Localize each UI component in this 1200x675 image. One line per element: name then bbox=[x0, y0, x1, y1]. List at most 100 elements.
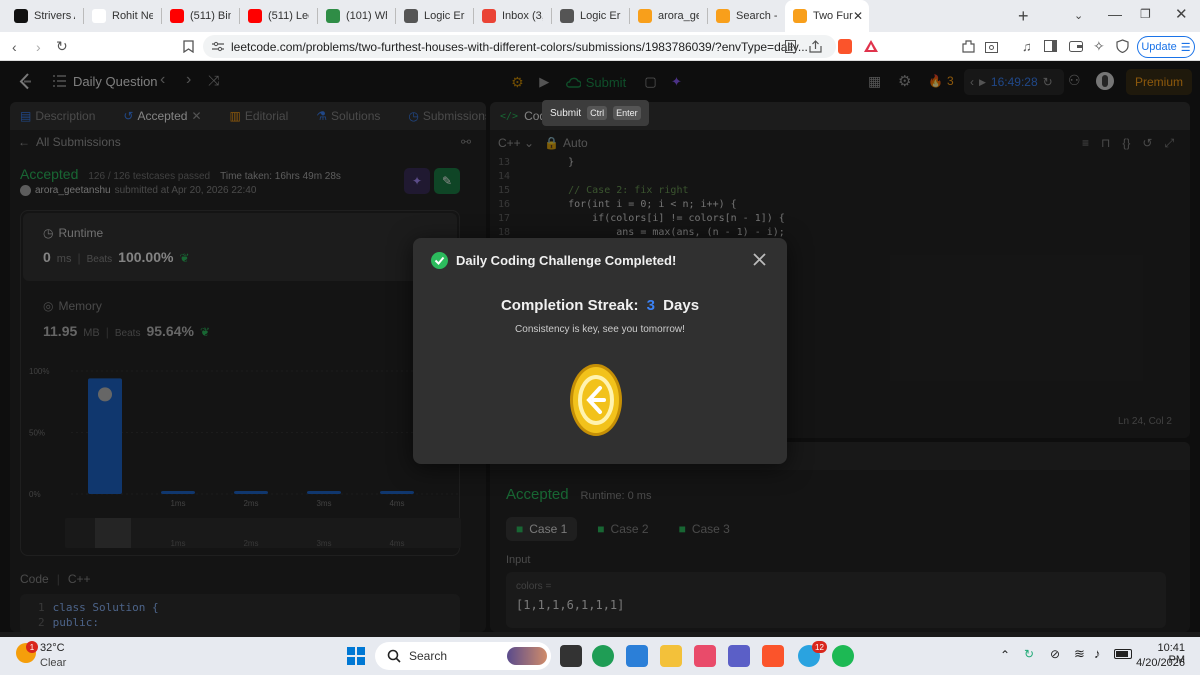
reload-icon[interactable]: ↻ bbox=[56, 38, 68, 55]
restore-icon[interactable]: ❐ bbox=[1140, 7, 1151, 21]
screenshot-icon[interactable] bbox=[985, 40, 998, 53]
brave-rewards-icon[interactable] bbox=[864, 40, 878, 52]
site-settings-icon[interactable] bbox=[212, 41, 224, 52]
bookmark-icon[interactable] bbox=[183, 40, 194, 53]
start-button[interactable] bbox=[347, 647, 365, 665]
update-button[interactable]: Update ☰ bbox=[1137, 36, 1195, 58]
vpn-shield-icon[interactable] bbox=[1116, 39, 1129, 53]
search-icon bbox=[387, 649, 401, 663]
media-icon[interactable]: ♫ bbox=[1022, 39, 1032, 54]
leetcode-icon bbox=[638, 9, 652, 23]
spotify-icon[interactable] bbox=[832, 645, 854, 667]
youtube-icon bbox=[248, 9, 262, 23]
browser-tab-label: Search - Lee bbox=[736, 10, 777, 22]
itunes-icon[interactable] bbox=[694, 645, 716, 667]
wallet-icon[interactable] bbox=[1069, 40, 1083, 52]
extensions-icon[interactable] bbox=[962, 40, 975, 53]
browser-tab[interactable]: Inbox (3,393) bbox=[474, 0, 551, 32]
edge-icon[interactable] bbox=[592, 645, 614, 667]
menu-icon: ☰ bbox=[1180, 41, 1191, 54]
browser-tab[interactable]: Rohit Negi bbox=[84, 0, 161, 32]
check-circle-icon bbox=[431, 252, 448, 269]
streak-days: 3 bbox=[646, 297, 655, 314]
browser-tab[interactable]: arora_geetan bbox=[630, 0, 707, 32]
gmail-icon bbox=[482, 9, 496, 23]
browser-tab[interactable]: Search - Lee bbox=[708, 0, 785, 32]
close-window-icon[interactable]: ✕ bbox=[1175, 5, 1188, 23]
modal-title: Daily Coding Challenge Completed! bbox=[456, 253, 677, 268]
leetcode-icon bbox=[716, 9, 730, 23]
file-explorer-icon[interactable] bbox=[660, 645, 682, 667]
teams-icon[interactable] bbox=[728, 645, 750, 667]
battery-icon[interactable] bbox=[1114, 649, 1132, 659]
tooltip-key-enter: Enter bbox=[613, 106, 641, 120]
wifi-icon[interactable]: ≋ bbox=[1074, 646, 1085, 662]
streak-suffix: Days bbox=[663, 297, 700, 314]
new-tab-icon[interactable]: + bbox=[1018, 6, 1029, 27]
url-field[interactable]: leetcode.com/problems/two-furthest-house… bbox=[203, 35, 836, 58]
leo-ai-icon[interactable]: ✧ bbox=[1093, 38, 1105, 55]
close-icon[interactable] bbox=[753, 253, 766, 266]
task-view-icon[interactable] bbox=[560, 645, 582, 667]
browser-tab[interactable]: Logic Error F bbox=[396, 0, 473, 32]
browser-tab-label: Logic Error F bbox=[424, 10, 465, 22]
update-label: Update bbox=[1141, 41, 1177, 53]
submit-shortcut-tooltip: Submit Ctrl Enter bbox=[542, 100, 649, 126]
tuf-icon bbox=[14, 9, 28, 23]
weather-badge: 1 bbox=[26, 641, 38, 653]
streak-prefix: Completion Streak: bbox=[500, 297, 639, 314]
search-highlight-icon bbox=[507, 647, 547, 665]
modal-subtitle: Consistency is key, see you tomorrow! bbox=[515, 324, 685, 335]
location-off-icon[interactable]: ⊘ bbox=[1050, 647, 1060, 661]
minimize-icon[interactable]: — bbox=[1108, 6, 1122, 22]
clock-date[interactable]: 4/20/2026 bbox=[1136, 657, 1185, 669]
chatgpt-icon bbox=[560, 9, 574, 23]
leetcode-coin-icon bbox=[570, 364, 622, 436]
tooltip-key-ctrl: Ctrl bbox=[587, 106, 608, 120]
browser-tab[interactable]: (511) Binary bbox=[162, 0, 239, 32]
taskbar-search[interactable]: Search bbox=[375, 642, 551, 670]
brave-shields-icon[interactable] bbox=[838, 39, 852, 54]
windows-taskbar: 1 32°C Clear Search 12 ⌃ ↻ ⊘ ≋ ♪ 10:41 P… bbox=[0, 637, 1200, 675]
tab-search-icon[interactable]: ⌄ bbox=[1074, 9, 1083, 22]
browser-tab[interactable]: (511) Lecture bbox=[240, 0, 317, 32]
browser-tab-label: Inbox (3,393) bbox=[502, 10, 543, 22]
close-tab-icon[interactable]: ✕ bbox=[853, 9, 863, 23]
browser-tab-strip: Strivers A2Z Rohit Negi (511) Binary (511) … bbox=[0, 0, 1200, 32]
volume-icon[interactable]: ♪ bbox=[1094, 646, 1101, 661]
browser-tab-label: Strivers A2Z bbox=[34, 10, 75, 22]
back-icon[interactable]: ‹ bbox=[12, 39, 17, 55]
gfg-icon bbox=[326, 9, 340, 23]
leetcode-icon bbox=[793, 9, 807, 23]
streak-line: Completion Streak: 3 Days bbox=[413, 297, 787, 314]
browser-tab-label: (511) Binary bbox=[190, 10, 231, 22]
tooltip-label: Submit bbox=[550, 107, 582, 119]
forward-icon[interactable]: › bbox=[36, 39, 41, 55]
browser-tab-label: arora_geetan bbox=[658, 10, 699, 22]
sidebar-icon[interactable] bbox=[1044, 40, 1057, 52]
browser-tab[interactable]: Strivers A2Z bbox=[6, 0, 83, 32]
tray-overflow-icon[interactable]: ⌃ bbox=[1000, 648, 1010, 662]
browser-tab-label: (101) Whats bbox=[346, 10, 387, 22]
address-bar: ‹ › ↻ leetcode.com/problems/two-furthest… bbox=[0, 32, 1200, 61]
telegram-badge: 12 bbox=[812, 641, 827, 653]
url-text: leetcode.com/problems/two-furthest-house… bbox=[231, 39, 808, 54]
browser-tab-label: Rohit Negi bbox=[112, 10, 153, 22]
reader-mode-icon[interactable] bbox=[785, 40, 796, 53]
sync-icon[interactable]: ↻ bbox=[1024, 647, 1034, 661]
youtube-icon bbox=[170, 9, 184, 23]
browser-tab[interactable]: Logic Error F bbox=[552, 0, 629, 32]
brave-icon[interactable] bbox=[762, 645, 784, 667]
browser-tab-label: Two Fur bbox=[813, 10, 853, 22]
temperature: 32°C bbox=[40, 642, 65, 654]
rohit-icon bbox=[92, 9, 106, 23]
share-icon[interactable] bbox=[809, 40, 822, 53]
search-label: Search bbox=[409, 649, 448, 663]
daily-challenge-modal: Daily Coding Challenge Completed! Comple… bbox=[413, 238, 787, 464]
browser-tab[interactable]: (101) Whats bbox=[318, 0, 395, 32]
browser-tab[interactable]: Two Fur ✕ bbox=[785, 0, 869, 32]
weather-condition: Clear bbox=[40, 657, 67, 669]
browser-tab-label: Logic Error F bbox=[580, 10, 621, 22]
vscode-icon[interactable] bbox=[626, 645, 648, 667]
chatgpt-icon bbox=[404, 9, 418, 23]
